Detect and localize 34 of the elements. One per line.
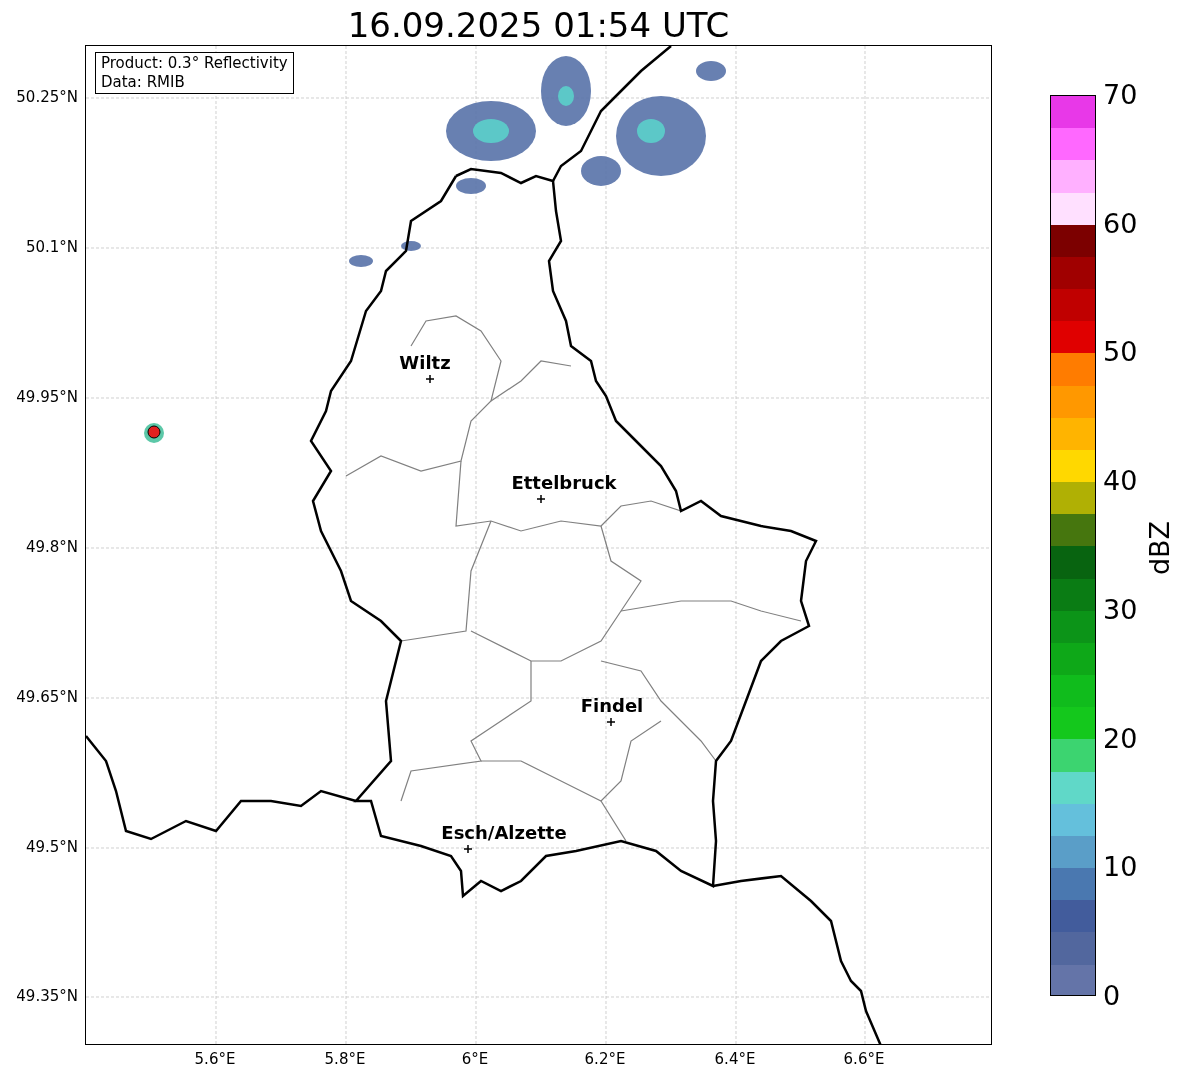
y-tick-label: 50.1°N — [25, 238, 78, 256]
y-tick-label: 49.65°N — [16, 688, 78, 706]
colorbar-label: dBZ — [1144, 520, 1176, 576]
chart-title: 16.09.2025 01:54 UTC — [346, 4, 731, 46]
y-tick-label: 49.5°N — [25, 838, 78, 856]
x-tick-label: 6.4°E — [714, 1050, 756, 1068]
city-marker-icon — [607, 718, 615, 726]
x-tick-label: 5.6°E — [194, 1050, 236, 1068]
y-tick-label: 49.8°N — [25, 538, 78, 556]
colorbar-tick-label: 0 — [1103, 980, 1121, 1012]
city-label: Esch/Alzette — [441, 822, 567, 844]
y-tick-label: 49.95°N — [16, 388, 78, 406]
x-tick-label: 6.6°E — [843, 1050, 885, 1068]
city-marker-icon — [537, 495, 545, 503]
info-text: Data: RMIB — [101, 73, 186, 92]
colorbar-tick-label: 40 — [1103, 465, 1138, 498]
y-tick-label: 49.35°N — [16, 987, 78, 1005]
colorbar-tick-label: 60 — [1103, 207, 1138, 240]
colorbar-tick-label: 70 — [1103, 79, 1138, 111]
colorbar-tick-label: 50 — [1103, 336, 1138, 369]
x-tick-label: 5.8°E — [324, 1050, 366, 1068]
colorbar-tick-label: 20 — [1103, 722, 1138, 755]
city-label: Findel — [580, 695, 644, 717]
city-label: Ettelbruck — [511, 472, 617, 494]
x-tick-label: 6°E — [461, 1050, 489, 1068]
city-marker-icon — [464, 845, 472, 853]
y-tick-label: 50.25°N — [16, 88, 78, 106]
info-text: Product: 0.3° Reflectivity — [101, 54, 288, 73]
city-marker-icon — [426, 375, 434, 383]
radar-site-icon — [147, 425, 161, 439]
city-label: Wiltz — [399, 352, 451, 374]
colorbar-tick-label: 30 — [1103, 593, 1138, 626]
x-tick-label: 6.2°E — [584, 1050, 626, 1068]
colorbar-tick-label: 10 — [1103, 851, 1138, 884]
